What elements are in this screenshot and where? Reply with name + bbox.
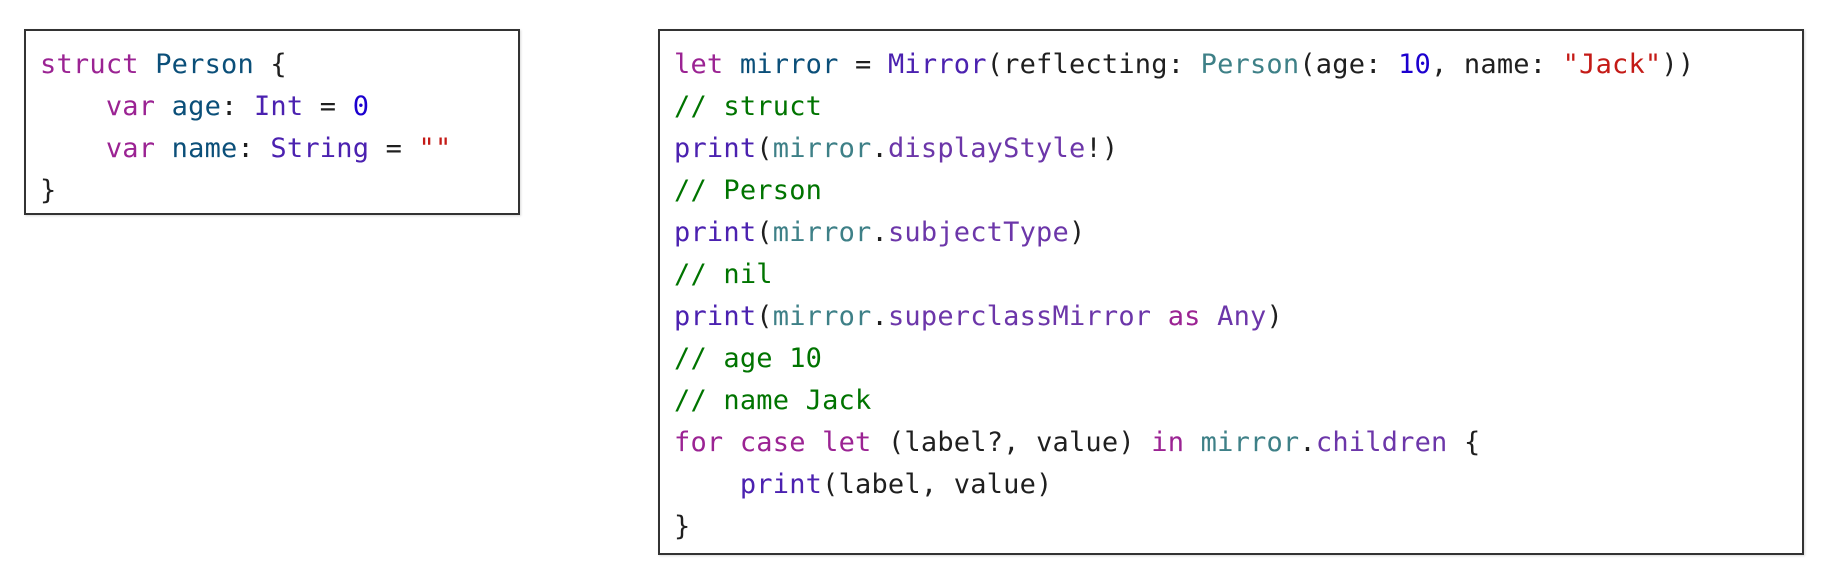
code-token: for bbox=[674, 427, 724, 458]
code-line: print(label, value) bbox=[674, 464, 1792, 506]
code-token: : bbox=[221, 91, 254, 122]
code-token: ( bbox=[756, 133, 773, 164]
code-token: (age: bbox=[1299, 49, 1399, 80]
code-token: age bbox=[171, 91, 222, 122]
code-token: Mirror bbox=[887, 49, 987, 80]
code-token: Person bbox=[155, 49, 254, 80]
code-token: "" bbox=[418, 133, 452, 164]
code-line: } bbox=[674, 506, 1792, 548]
code-line: print(mirror.subjectType) bbox=[674, 212, 1792, 254]
code-token: mirror bbox=[772, 217, 872, 248]
code-line: // age 10 bbox=[674, 338, 1792, 380]
code-line: print(mirror.superclassMirror as Any) bbox=[674, 296, 1792, 338]
code-token: // struct bbox=[674, 91, 823, 122]
code-line: struct Person { bbox=[40, 44, 508, 86]
code-token: ( bbox=[756, 217, 773, 248]
code-token: print bbox=[739, 469, 823, 500]
struct-code-box: struct Person { var age: Int = 0 var nam… bbox=[24, 29, 520, 215]
code-token: } bbox=[40, 175, 57, 206]
code-token: print bbox=[674, 133, 757, 164]
struct-code-lines: struct Person { var age: Int = 0 var nam… bbox=[40, 44, 508, 212]
code-line: } bbox=[40, 170, 508, 212]
code-token: ) bbox=[1068, 217, 1086, 248]
code-token: mirror bbox=[772, 301, 872, 332]
code-token: = bbox=[838, 49, 888, 80]
code-token: children bbox=[1315, 427, 1448, 458]
code-token: mirror bbox=[1200, 427, 1300, 458]
code-token: Person bbox=[1200, 49, 1300, 80]
code-token: // age 10 bbox=[674, 343, 823, 374]
code-token: } bbox=[674, 511, 691, 542]
code-token: . bbox=[871, 133, 888, 164]
code-token: let bbox=[822, 427, 872, 458]
code-token: as bbox=[1167, 301, 1201, 332]
code-token: 10 bbox=[1398, 49, 1431, 80]
code-token: case bbox=[739, 427, 806, 458]
mirror-code-lines: let mirror = Mirror(reflecting: Person(a… bbox=[674, 44, 1792, 548]
code-token: name bbox=[171, 133, 238, 164]
code-token: ) bbox=[1266, 301, 1283, 332]
code-token: subjectType bbox=[887, 217, 1069, 248]
code-token: in bbox=[1151, 427, 1185, 458]
code-line: var name: String = "" bbox=[40, 128, 508, 170]
code-token: . bbox=[871, 217, 888, 248]
code-token: print bbox=[674, 301, 757, 332]
code-token: { bbox=[1447, 427, 1481, 458]
code-token: let bbox=[674, 49, 724, 80]
code-line: // nil bbox=[674, 254, 1792, 296]
code-token: : bbox=[237, 133, 271, 164]
mirror-code-box: let mirror = Mirror(reflecting: Person(a… bbox=[658, 29, 1804, 555]
code-token: // name Jack bbox=[674, 385, 872, 416]
code-line: // struct bbox=[674, 86, 1792, 128]
code-token: displayStyle bbox=[887, 133, 1086, 164]
code-token: String bbox=[270, 133, 370, 164]
code-token: ( bbox=[756, 301, 773, 332]
code-token: Int bbox=[253, 91, 304, 122]
code-token: (label?, value) bbox=[871, 427, 1152, 458]
code-token: !) bbox=[1085, 133, 1119, 164]
code-token: var bbox=[105, 133, 156, 164]
code-line: // Person bbox=[674, 170, 1792, 212]
code-token: mirror bbox=[772, 133, 872, 164]
code-token: )) bbox=[1661, 49, 1695, 80]
code-line: let mirror = Mirror(reflecting: Person(a… bbox=[674, 44, 1792, 86]
code-token: Any bbox=[1217, 301, 1267, 332]
code-token: "Jack" bbox=[1562, 49, 1662, 80]
code-line: for case let (label?, value) in mirror.c… bbox=[674, 422, 1792, 464]
code-token: superclassMirror bbox=[887, 301, 1152, 332]
code-token: { bbox=[253, 49, 287, 80]
code-line: var age: Int = 0 bbox=[40, 86, 508, 128]
code-line: print(mirror.displayStyle!) bbox=[674, 128, 1792, 170]
code-token: . bbox=[871, 301, 888, 332]
code-token: struct bbox=[40, 49, 139, 80]
code-token: 0 bbox=[352, 91, 370, 122]
code-token: . bbox=[1299, 427, 1316, 458]
code-token: // nil bbox=[674, 259, 773, 290]
code-token: var bbox=[105, 91, 156, 122]
code-token: , name: bbox=[1431, 49, 1563, 80]
code-token: (reflecting: bbox=[986, 49, 1201, 80]
code-token: // Person bbox=[674, 175, 823, 206]
code-line: // name Jack bbox=[674, 380, 1792, 422]
code-token: mirror bbox=[739, 49, 839, 80]
code-token: = bbox=[369, 133, 419, 164]
code-token: = bbox=[303, 91, 353, 122]
code-token: (label, value) bbox=[822, 469, 1053, 500]
code-token: print bbox=[674, 217, 757, 248]
